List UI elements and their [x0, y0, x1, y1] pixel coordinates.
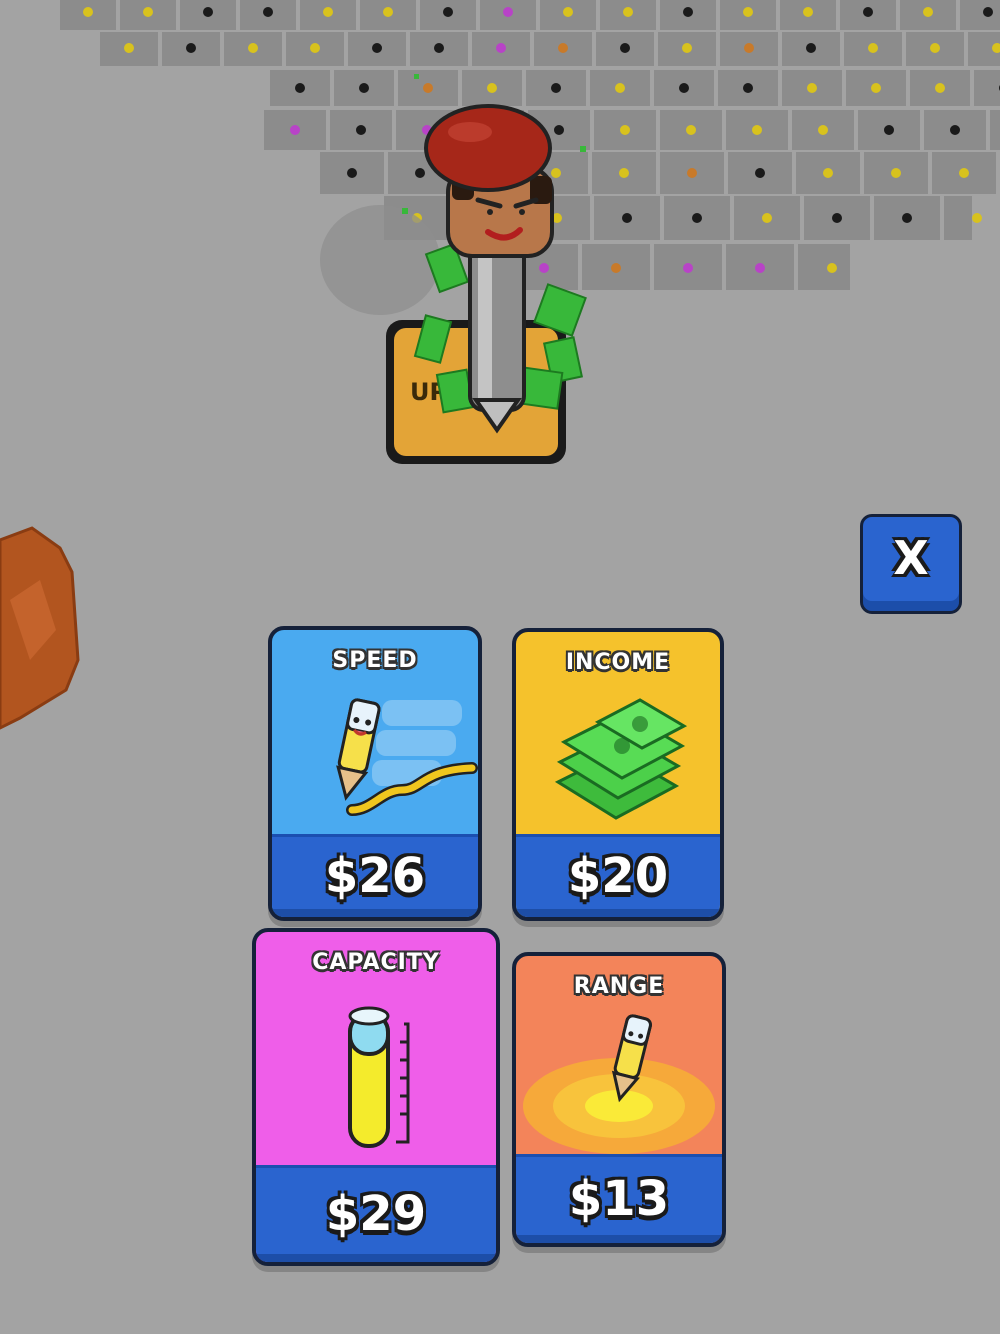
tile-dot [679, 83, 689, 93]
tile-dot [487, 83, 497, 93]
upgrade-card-range[interactable]: RANGE $13 [512, 952, 726, 1247]
tile-dot [554, 125, 564, 135]
tile-dot [356, 125, 366, 135]
tile-dot [443, 7, 453, 17]
upgrade-card-capacity[interactable]: CAPACITY $29 [252, 928, 500, 1266]
card-price: $26 [324, 847, 426, 904]
tile-dot [143, 7, 153, 17]
tile-dot [551, 83, 561, 93]
tile-dot [827, 263, 837, 273]
card-price: $29 [325, 1185, 427, 1242]
game-scene: UP [0, 0, 1000, 1334]
tile-dot [372, 43, 382, 53]
tile-dot [323, 7, 333, 17]
tile-dot [930, 43, 940, 53]
tile-dot [762, 213, 772, 223]
tile-dot [83, 7, 93, 17]
floor-tile [944, 196, 972, 240]
floor-tile [990, 110, 1000, 150]
tile-dot [683, 263, 693, 273]
tile-dot [868, 43, 878, 53]
range-icon [516, 1006, 722, 1156]
tile-dot [752, 125, 762, 135]
tile-dot [124, 43, 134, 53]
tile-dot [615, 83, 625, 93]
tile-dot [359, 83, 369, 93]
tile-dot [623, 7, 633, 17]
tile-dot [248, 43, 258, 53]
tile-dot [290, 125, 300, 135]
tile-dot [803, 7, 813, 17]
tile-dot [619, 168, 629, 178]
tile-dot [620, 43, 630, 53]
tile-dot [310, 43, 320, 53]
tile-dot [558, 43, 568, 53]
price-bar: $26 [272, 834, 478, 917]
tile-dot [263, 7, 273, 17]
tile-dot [891, 168, 901, 178]
floor-tile [974, 70, 1000, 106]
tile-dot [902, 213, 912, 223]
tile-dot [686, 125, 696, 135]
floor-tile [798, 244, 850, 290]
close-button[interactable]: X [860, 514, 962, 614]
tile-dot [743, 7, 753, 17]
close-icon: X [893, 531, 929, 585]
tile-dot [186, 43, 196, 53]
tile-dot [682, 43, 692, 53]
capacity-tube-icon [256, 994, 496, 1169]
tile-dot [503, 7, 513, 17]
tile-dot [563, 7, 573, 17]
tile-dot [972, 213, 982, 223]
tile-dot [806, 43, 816, 53]
upgrade-card-speed[interactable]: SPEED $26 [268, 626, 482, 921]
card-price: $20 [567, 847, 669, 904]
tile-dot [551, 168, 561, 178]
tile-dot [744, 43, 754, 53]
tile-dot [611, 263, 621, 273]
tile-dot [496, 43, 506, 53]
tile-dot [692, 213, 702, 223]
tile-dot [434, 43, 444, 53]
price-bar: $13 [516, 1154, 722, 1243]
tile-dot [683, 7, 693, 17]
tile-dot [983, 7, 993, 17]
card-price: $13 [568, 1170, 670, 1227]
price-bar: $29 [256, 1165, 496, 1262]
tile-dot [620, 125, 630, 135]
tile-dot [871, 83, 881, 93]
price-bar: $20 [516, 834, 720, 917]
tile-dot [622, 213, 632, 223]
tile-dot [295, 83, 305, 93]
tile-dot [743, 83, 753, 93]
card-title: RANGE [573, 974, 665, 999]
money-stack-icon [516, 682, 720, 832]
tile-dot [959, 168, 969, 178]
tile-dot [832, 213, 842, 223]
tile-dot [807, 83, 817, 93]
tile-dot [935, 83, 945, 93]
tile-dot [687, 168, 697, 178]
speed-icon [272, 680, 478, 830]
tile-dot [923, 7, 933, 17]
tile-dot [755, 168, 765, 178]
tile-dot [818, 125, 828, 135]
tile-dot [539, 263, 549, 273]
tile-dot [383, 7, 393, 17]
tile-dot [950, 125, 960, 135]
tile-dot [863, 7, 873, 17]
tile-dot [415, 168, 425, 178]
card-title: SPEED [332, 648, 418, 673]
card-title: CAPACITY [312, 950, 440, 975]
tile-dot [347, 168, 357, 178]
tile-dot [423, 83, 433, 93]
tile-dot [755, 263, 765, 273]
floor-tile [960, 0, 1000, 30]
tile-dot [884, 125, 894, 135]
upgrade-card-income[interactable]: INCOME $20 [512, 628, 724, 921]
card-title: INCOME [565, 650, 671, 675]
tile-dot [203, 7, 213, 17]
character-shadow [320, 205, 440, 315]
tile-dot [823, 168, 833, 178]
